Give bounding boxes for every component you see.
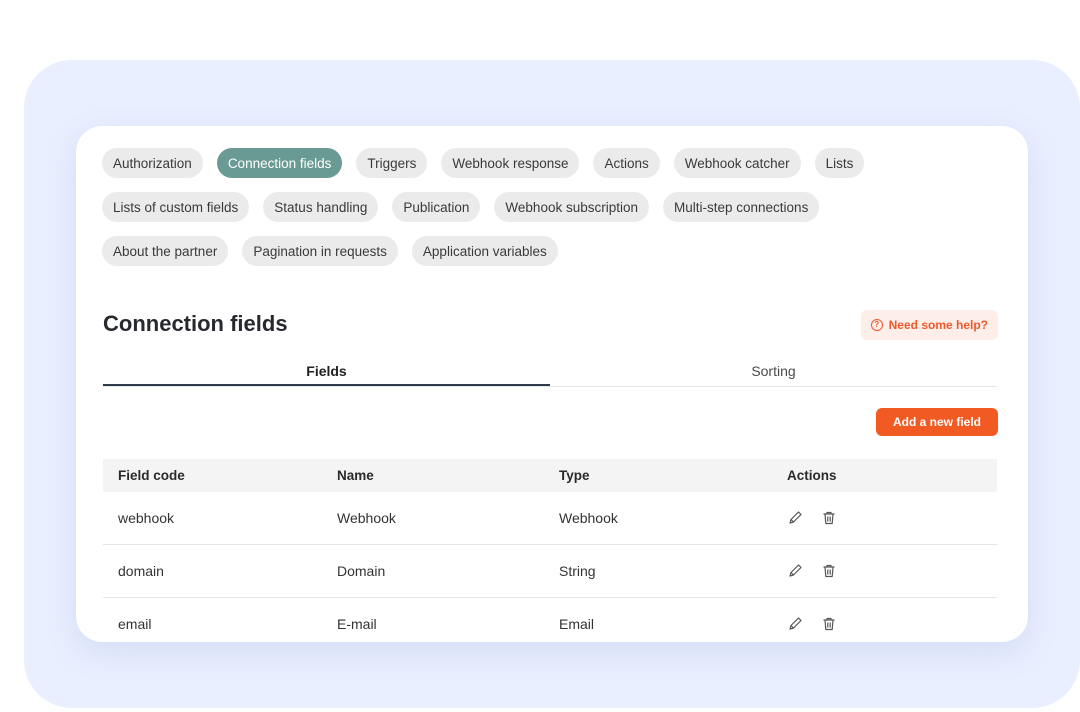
- table-row: webhook Webhook Webhook: [103, 492, 997, 545]
- cell-field-code: email: [118, 616, 152, 632]
- fields-table: Field code Name Type Actions webhook Webh…: [103, 459, 997, 642]
- cell-type: Webhook: [558, 510, 618, 526]
- pencil-icon[interactable]: [787, 563, 803, 579]
- chip-pagination-in-requests[interactable]: Pagination in requests: [242, 236, 398, 266]
- cell-type: Email: [558, 616, 594, 632]
- chip-actions[interactable]: Actions: [593, 148, 660, 178]
- tab-fields[interactable]: Fields: [103, 358, 550, 386]
- chip-row: Lists of custom fields Status handling Pub…: [102, 192, 1002, 222]
- connection-fields-card: Authorization Connection fields Triggers We…: [76, 126, 1028, 642]
- chip-multi-step-connections[interactable]: Multi-step connections: [663, 192, 820, 222]
- chip-about-the-partner[interactable]: About the partner: [102, 236, 229, 266]
- table-row: email E-mail Email: [103, 598, 997, 642]
- header-field-code: Field code: [118, 468, 185, 483]
- add-field-button[interactable]: Add a new field: [875, 408, 998, 436]
- chip-webhook-catcher[interactable]: Webhook catcher: [673, 148, 801, 178]
- chip-authorization[interactable]: Authorization: [102, 148, 203, 178]
- chip-lists-of-custom-fields[interactable]: Lists of custom fields: [102, 192, 250, 222]
- section-chip-nav: Authorization Connection fields Triggers We…: [102, 148, 1002, 280]
- cell-field-code: webhook: [118, 510, 175, 526]
- help-label: Need some help?: [888, 318, 988, 332]
- question-circle-icon: ?: [870, 319, 883, 331]
- cell-field-code: domain: [118, 563, 164, 579]
- chip-status-handling[interactable]: Status handling: [263, 192, 379, 222]
- chip-triggers[interactable]: Triggers: [356, 148, 428, 178]
- chip-webhook-subscription[interactable]: Webhook subscription: [494, 192, 649, 222]
- trash-icon[interactable]: [821, 563, 837, 579]
- table-row: domain Domain String: [103, 545, 997, 598]
- chip-lists[interactable]: Lists: [814, 148, 865, 178]
- chip-row: Authorization Connection fields Triggers We…: [102, 148, 1002, 178]
- header-type: Type: [558, 468, 590, 483]
- pencil-icon[interactable]: [787, 510, 803, 526]
- header-name: Name: [337, 468, 374, 483]
- cell-name: Webhook: [337, 510, 396, 526]
- cell-name: E-mail: [337, 616, 377, 632]
- chip-application-variables[interactable]: Application variables: [411, 236, 558, 266]
- cell-type: String: [558, 563, 596, 579]
- tab-bar: Fields Sorting: [103, 358, 997, 387]
- cell-name: Domain: [337, 563, 386, 579]
- trash-icon[interactable]: [821, 510, 837, 526]
- cell-actions: [783, 563, 997, 579]
- pencil-icon[interactable]: [787, 616, 803, 632]
- trash-icon[interactable]: [821, 616, 837, 632]
- header-actions: Actions: [786, 468, 837, 483]
- cell-actions: [783, 616, 997, 632]
- table-body: webhook Webhook Webhook domain Domain String e…: [103, 492, 997, 642]
- cell-actions: [783, 510, 997, 526]
- chip-connection-fields[interactable]: Connection fields: [216, 148, 343, 178]
- chip-publication[interactable]: Publication: [392, 192, 481, 222]
- chip-row: About the partner Pagination in requests A…: [102, 236, 1002, 266]
- chip-webhook-response[interactable]: Webhook response: [441, 148, 580, 178]
- help-button[interactable]: ? Need some help?: [860, 310, 998, 340]
- table-header: Field code Name Type Actions: [103, 459, 997, 492]
- page-title: Connection fields: [103, 311, 288, 336]
- tab-sorting[interactable]: Sorting: [550, 358, 997, 386]
